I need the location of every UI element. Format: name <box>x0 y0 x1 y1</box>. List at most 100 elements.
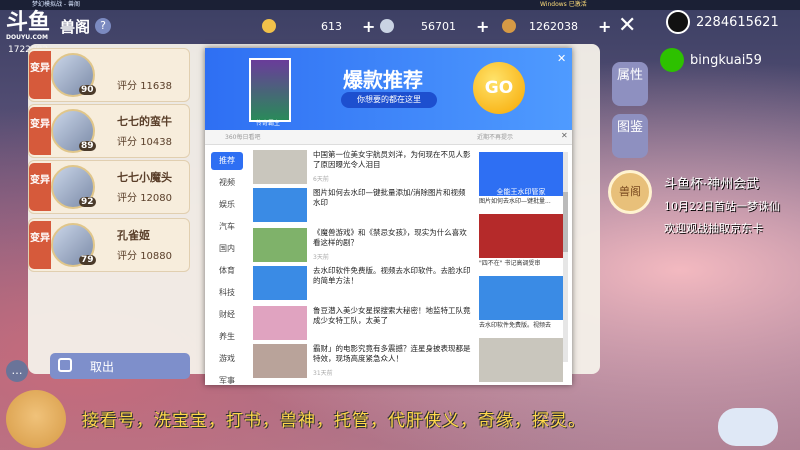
qq-number: 2284615621 <box>696 14 779 30</box>
variant-tag: 变异 <box>29 107 51 155</box>
category-list: 推荐 视频 娱乐 汽车 国内 体育 科技 财经 养生 游戏 军事 <box>211 152 245 394</box>
news-thumbnail <box>253 188 307 222</box>
source-label: 360每日看吧 <box>225 134 261 141</box>
logo-text: 斗鱼 <box>6 9 51 35</box>
pet-score: 评分 11638 <box>117 77 172 92</box>
tab-beast-pavilion[interactable]: 兽阁 <box>608 170 652 214</box>
ad-image <box>479 338 563 382</box>
withdraw-button[interactable]: 取出 <box>50 353 190 379</box>
news-thumbnail <box>253 150 307 184</box>
add-gold-button[interactable]: + <box>362 17 375 36</box>
news-time: 3天前 <box>313 254 329 261</box>
pet-level: 79 <box>79 255 96 265</box>
go-button[interactable]: GO <box>473 62 525 114</box>
tab-attributes[interactable]: 属性 <box>612 62 648 106</box>
ad-item[interactable] <box>479 338 563 390</box>
service-subtitle: 接看号，洗宝宝，打书，兽神，托管，代肝侠义，奇缘，探灵。 <box>82 411 586 431</box>
news-time: 31天前 <box>313 370 333 377</box>
douyu-logo: 斗鱼 DOUYU.COM <box>6 10 54 44</box>
pet-level: 92 <box>79 197 96 207</box>
category-item[interactable]: 汽车 <box>211 218 243 236</box>
news-thumbnail <box>253 306 307 340</box>
add-coin-button[interactable]: + <box>598 17 611 36</box>
sleeping-mascot <box>718 408 778 446</box>
pet-card[interactable]: 变异 79 孔雀姬 评分 10880 <box>28 218 190 272</box>
news-title: 鲁豆潜入美少女星探搜索大秘密！地监特工队竟成少女特工队，太美了 <box>313 306 471 325</box>
promo-line: 欢迎观战抽取京东卡 <box>664 222 763 235</box>
category-item[interactable]: 游戏 <box>211 350 243 368</box>
gold-ingot-icon <box>262 19 276 33</box>
category-item[interactable]: 娱乐 <box>211 196 243 214</box>
category-item[interactable]: 科技 <box>211 284 243 302</box>
close-icon[interactable]: ✕ <box>557 52 566 65</box>
pet-card[interactable]: 变异 89 七七的蛮牛 评分 10438 <box>28 104 190 158</box>
thumbnail-caption: 传奇霸主 <box>255 120 280 127</box>
score-value: 10880 <box>140 251 172 262</box>
category-item[interactable]: 体育 <box>211 262 243 280</box>
news-item[interactable]: 鲁豆潜入美少女星探搜索大秘密！地监特工队竟成少女特工队，太美了 <box>253 306 475 342</box>
promo-line: 10月22日首站一梦诛仙 <box>664 200 780 213</box>
add-silver-button[interactable]: + <box>476 17 489 36</box>
ad-item[interactable]: 去水印软件免费版。视频去 <box>479 276 563 329</box>
news-title: 图片如何去水印—键批量添加/消除图片和视频水印 <box>313 188 466 207</box>
tab-handbook[interactable]: 图鉴 <box>612 114 648 158</box>
page-title: 兽阁 <box>60 18 91 36</box>
ad-caption: 图片如何去水印—键批量... <box>479 198 551 205</box>
pet-level: 90 <box>79 85 96 95</box>
ad-brand: 全能王水印管家 <box>496 188 546 196</box>
category-item[interactable]: 军事 <box>211 372 243 390</box>
score-value: 11638 <box>140 81 172 92</box>
category-item[interactable]: 国内 <box>211 240 243 258</box>
news-title: 去水印软件免费版。视频去水印软件。去脸水印的简单方法！ <box>313 266 471 285</box>
variant-tag: 变异 <box>29 51 51 99</box>
pet-score: 评分 10880 <box>117 247 172 262</box>
score-label: 评分 <box>117 251 137 262</box>
news-item[interactable]: 中国第一位美女宇航员刘洋，为何现在不见人影了原因曝光令人泪目 6天前 <box>253 150 475 186</box>
logo-domain: DOUYU.COM <box>6 34 48 41</box>
chat-icon[interactable]: … <box>6 360 28 382</box>
ad-item[interactable]: 全能王水印管家 图片如何去水印—键批量... <box>479 152 563 205</box>
ad-item[interactable]: "四不在" 书记高调受审 <box>479 214 563 267</box>
category-item[interactable]: 养生 <box>211 328 243 346</box>
close-icon[interactable]: ✕ <box>561 131 568 140</box>
ad-image: 全能王水印管家 <box>479 152 563 196</box>
category-item[interactable]: 财经 <box>211 306 243 324</box>
wechat-id: bingkuai59 <box>690 52 762 68</box>
window-titlebar: 梦幻模拟战 - 兽阁 Windows 已激活 <box>0 0 800 10</box>
score-value: 10438 <box>140 137 172 148</box>
pet-card[interactable]: 变异 90 评分 11638 <box>28 48 190 102</box>
ad-image <box>479 276 563 320</box>
promo-line: 斗鱼杯·神州会武 <box>664 177 760 192</box>
scrollbar-thumb[interactable] <box>563 192 568 252</box>
resource-silver: 56701 + <box>380 16 489 36</box>
withdraw-icon <box>58 358 72 372</box>
dont-show-link[interactable]: 近期不再提示 <box>477 132 513 141</box>
help-button[interactable]: ? <box>95 18 111 34</box>
banner-subtitle: 你想要的都在这里 <box>341 92 437 108</box>
silver-ingot-icon <box>380 19 394 33</box>
news-title: 霸财」的电影究竟有多震撼？连星身披表现都是特效，现场高度紧急众人！ <box>313 344 471 363</box>
game-thumbnail <box>249 58 291 122</box>
news-item[interactable]: 去水印软件免费版。视频去水印软件。去脸水印的简单方法！ <box>253 266 475 302</box>
popup-subbar: 360每日看吧 近期不再提示 ✕ <box>205 130 572 145</box>
news-item[interactable]: 霸财」的电影究竟有多震撼？连星身披表现都是特效，现场高度紧急众人！ 31天前 <box>253 344 475 380</box>
variant-tag: 变异 <box>29 163 51 211</box>
pet-name: 孔雀姬 <box>117 229 150 242</box>
news-popup: 传奇霸主 爆款推荐 你想要的都在这里 GO ✕ 360每日看吧 近期不再提示 ✕… <box>205 48 572 385</box>
promo-banner[interactable]: 传奇霸主 爆款推荐 你想要的都在这里 GO ✕ <box>205 48 572 130</box>
ad-caption: "四不在" 书记高调受审 <box>479 260 541 267</box>
close-icon[interactable]: ✕ <box>618 13 636 38</box>
popup-scrollbar[interactable] <box>563 152 568 362</box>
silver-value: 56701 <box>421 19 456 33</box>
category-item[interactable]: 推荐 <box>211 152 243 170</box>
score-label: 评分 <box>117 137 137 148</box>
pet-card[interactable]: 变异 92 七七小魔头 评分 12080 <box>28 160 190 214</box>
resource-gold: 613 + <box>262 16 375 36</box>
news-title: 《魔兽游戏》和《禁忌女孩》，现实为什么喜欢看这样的剧？ <box>313 228 467 247</box>
category-item[interactable]: 视频 <box>211 174 243 192</box>
pet-name: 七七小魔头 <box>117 171 172 184</box>
news-thumbnail <box>253 228 307 262</box>
news-item[interactable]: 《魔兽游戏》和《禁忌女孩》，现实为什么喜欢看这样的剧？ 3天前 <box>253 228 475 264</box>
score-label: 评分 <box>117 193 137 204</box>
news-item[interactable]: 图片如何去水印—键批量添加/消除图片和视频水印 <box>253 188 475 224</box>
